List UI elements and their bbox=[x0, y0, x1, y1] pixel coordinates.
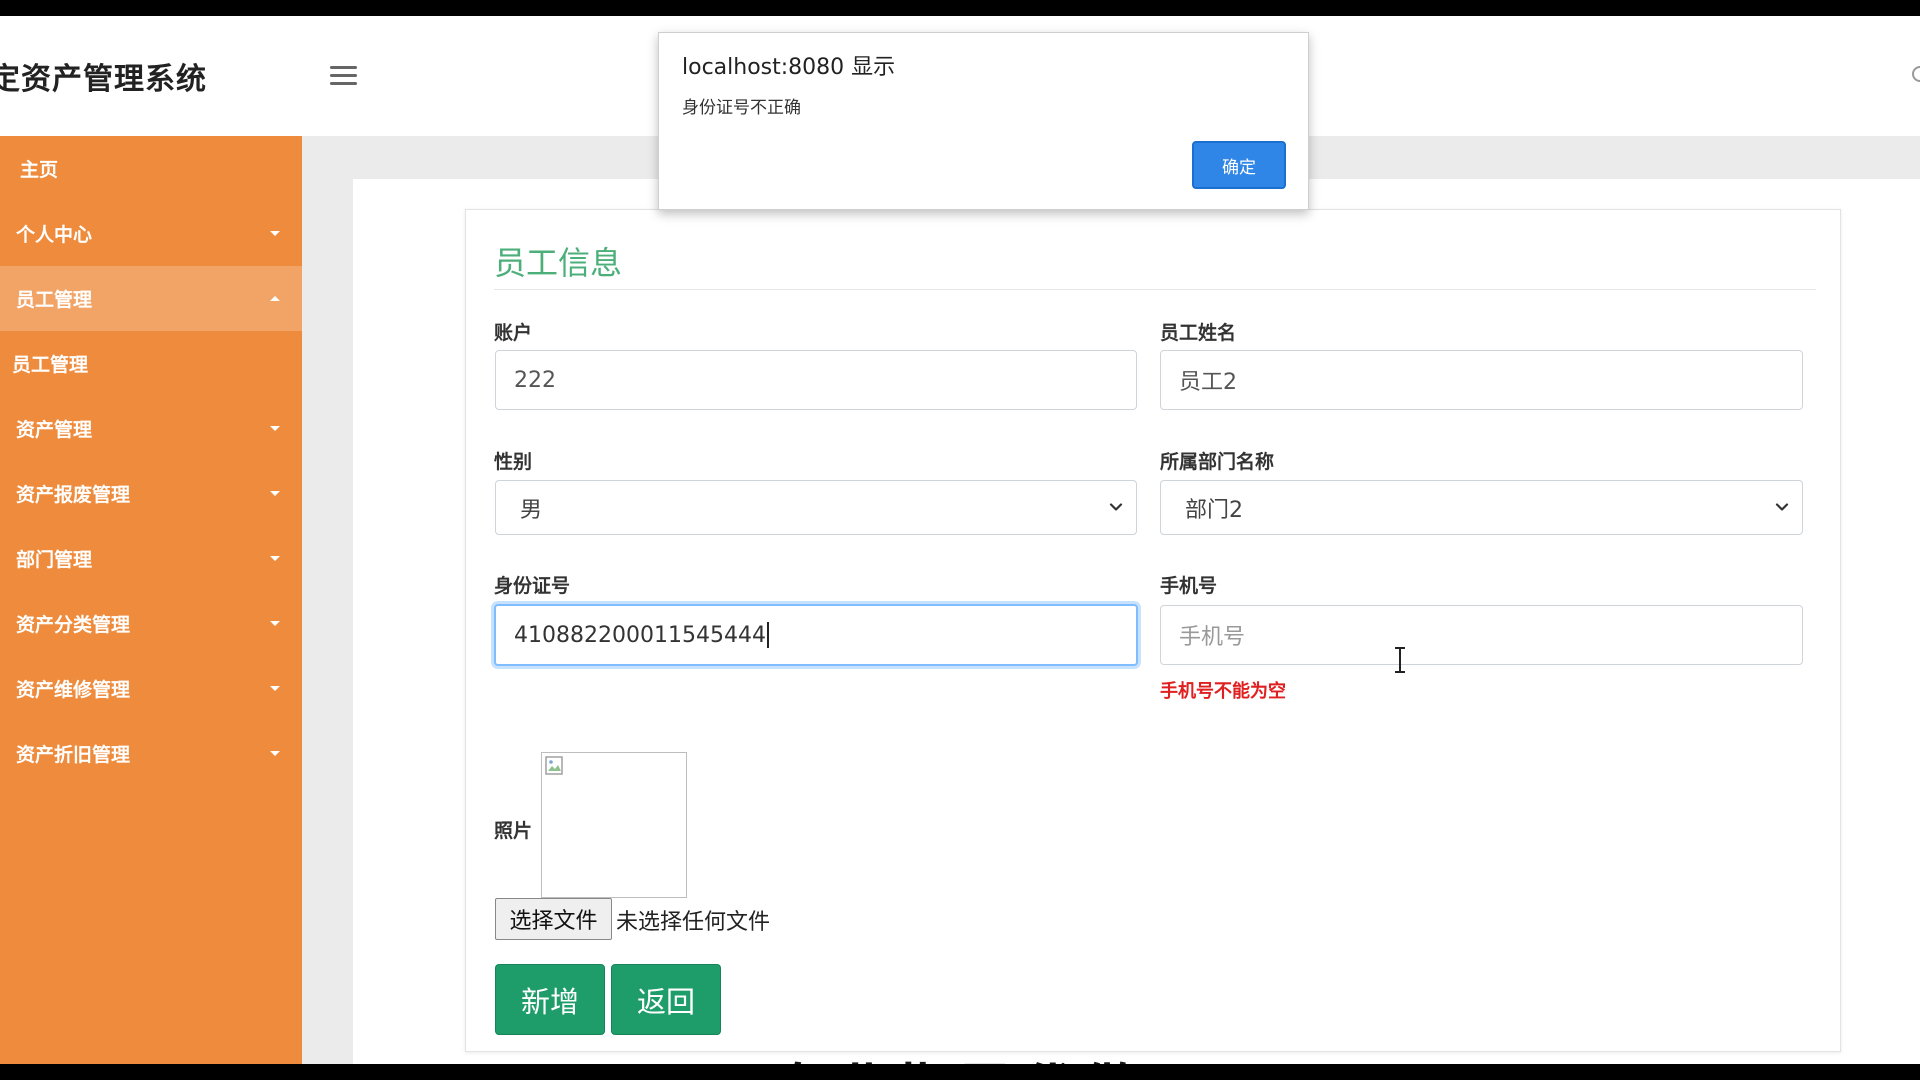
browser-alert-dialog: localhost:8080 显示 身份证号不正确 确定 bbox=[658, 32, 1309, 210]
caret-up-icon bbox=[270, 296, 280, 301]
sidebar: 主页 个人中心 员工管理 员工管理 资产管理 资产报废管理 部门管理 资产分类管… bbox=[0, 136, 302, 1064]
app-title: 定资产管理系统 bbox=[0, 62, 207, 97]
sidebar-item-label: 资产维修管理 bbox=[16, 679, 131, 701]
phone-label: 手机号 bbox=[1160, 575, 1218, 597]
file-status-text: 未选择任何文件 bbox=[616, 910, 771, 935]
chevron-down-icon bbox=[1109, 503, 1123, 511]
id-number-input[interactable]: 410882200011545444 bbox=[494, 604, 1138, 666]
sidebar-item-label: 资产分类管理 bbox=[16, 614, 131, 636]
sidebar-item-label: 主页 bbox=[20, 159, 59, 181]
caret-down-icon bbox=[270, 751, 280, 756]
broken-image-icon bbox=[545, 756, 563, 775]
id-number-value: 410882200011545444 bbox=[514, 622, 766, 648]
caret-down-icon bbox=[270, 231, 280, 236]
photo-preview bbox=[541, 752, 687, 898]
gender-select-value: 男 bbox=[520, 497, 543, 523]
add-button[interactable]: 新增 bbox=[495, 964, 605, 1035]
sidebar-item-asset-category[interactable]: 资产分类管理 bbox=[0, 591, 302, 656]
department-select[interactable]: 部门2 bbox=[1160, 480, 1803, 535]
id-number-label: 身份证号 bbox=[494, 575, 571, 597]
letterbox-top bbox=[0, 0, 1920, 16]
account-input[interactable]: 222 bbox=[495, 350, 1137, 410]
alert-message: 身份证号不正确 bbox=[682, 98, 801, 118]
caret-down-icon bbox=[270, 556, 280, 561]
sidebar-item-home[interactable]: 主页 bbox=[0, 136, 302, 201]
sidebar-item-asset-scrap[interactable]: 资产报废管理 bbox=[0, 461, 302, 526]
department-select-value: 部门2 bbox=[1185, 497, 1243, 523]
sidebar-item-asset-depreciation[interactable]: 资产折旧管理 bbox=[0, 721, 302, 786]
sidebar-item-label: 资产报废管理 bbox=[16, 484, 131, 506]
alert-title: localhost:8080 显示 bbox=[682, 55, 896, 80]
page: 定资产管理系统 主页 个人中心 员工管理 员工管理 资产管理 资产报废管理 部门… bbox=[0, 16, 1920, 1064]
sidebar-item-asset-management[interactable]: 资产管理 bbox=[0, 396, 302, 461]
caret-down-icon bbox=[270, 686, 280, 691]
choose-file-button[interactable]: 选择文件 bbox=[495, 898, 612, 940]
sidebar-subitem-employee-management[interactable]: 员工管理 bbox=[0, 331, 302, 396]
sidebar-item-label: 资产折旧管理 bbox=[16, 744, 131, 766]
sidebar-item-label: 个人中心 bbox=[16, 224, 93, 246]
employee-name-label: 员工姓名 bbox=[1160, 322, 1237, 344]
caret-down-icon bbox=[270, 621, 280, 626]
sidebar-item-department[interactable]: 部门管理 bbox=[0, 526, 302, 591]
photo-label: 照片 bbox=[494, 820, 533, 842]
gender-label: 性别 bbox=[494, 451, 533, 473]
sidebar-item-asset-repair[interactable]: 资产维修管理 bbox=[0, 656, 302, 721]
caret-down-icon bbox=[270, 491, 280, 496]
employee-form-card: 员工信息 账户 222 员工姓名 员工2 性别 男 所属部门名称 部门2 身份证… bbox=[465, 209, 1841, 1052]
sidebar-item-label: 员工管理 bbox=[12, 354, 89, 376]
sidebar-item-label: 部门管理 bbox=[16, 549, 93, 571]
form-title: 员工信息 bbox=[494, 244, 623, 282]
sidebar-item-personal-center[interactable]: 个人中心 bbox=[0, 201, 302, 266]
title-divider bbox=[494, 289, 1816, 290]
sidebar-item-label: 员工管理 bbox=[16, 289, 93, 311]
alert-ok-button[interactable]: 确定 bbox=[1192, 141, 1286, 189]
text-caret bbox=[766, 622, 769, 648]
department-label: 所属部门名称 bbox=[1160, 451, 1275, 473]
account-label: 账户 bbox=[494, 322, 533, 344]
caret-down-icon bbox=[270, 426, 280, 431]
letterbox-bottom bbox=[0, 1064, 1920, 1080]
sidebar-item-label: 资产管理 bbox=[16, 419, 93, 441]
gender-select[interactable]: 男 bbox=[495, 480, 1137, 535]
text-cursor-icon bbox=[1395, 647, 1405, 673]
back-button[interactable]: 返回 bbox=[611, 964, 721, 1035]
hamburger-menu-icon[interactable] bbox=[330, 66, 357, 86]
employee-name-input[interactable]: 员工2 bbox=[1160, 350, 1803, 410]
chevron-down-icon bbox=[1775, 503, 1789, 511]
header-edge-icon[interactable] bbox=[1912, 66, 1920, 82]
sidebar-item-employee-management[interactable]: 员工管理 bbox=[0, 266, 302, 331]
phone-input[interactable]: 手机号 bbox=[1160, 605, 1803, 665]
background-overlay-text: 专业指导代做 bbox=[772, 1046, 1144, 1064]
phone-error-message: 手机号不能为空 bbox=[1160, 681, 1286, 702]
